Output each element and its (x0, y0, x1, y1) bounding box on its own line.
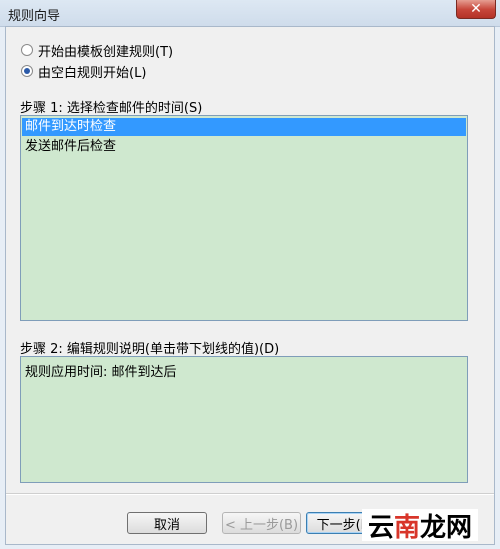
site-watermark-logo: 云南龙网 (362, 509, 479, 543)
separator (6, 493, 494, 495)
rules-wizard-dialog: 开始由模板创建规则(T) 由空白规则开始(L) 步骤 1: 选择检查邮件的时间(… (5, 26, 495, 545)
title-bar: 规则向导 ✕ (0, 0, 500, 27)
close-button[interactable]: ✕ (456, 0, 496, 19)
option-blank-label: 由空白规则开始(L) (38, 65, 147, 81)
back-button[interactable]: < 上一步(B) (222, 512, 301, 534)
step2-label: 步骤 2: 编辑规则说明(单击带下划线的值)(D) (20, 342, 280, 357)
step1-label: 步骤 1: 选择检查邮件的时间(S) (20, 101, 203, 116)
window-title: 规则向导 (8, 9, 61, 24)
radio-checked-icon[interactable] (21, 65, 33, 77)
list-item-on-arrival[interactable]: 邮件到达时检查 (22, 118, 466, 136)
close-icon: ✕ (470, 0, 482, 17)
radio-icon[interactable] (21, 44, 33, 56)
list-item-after-send[interactable]: 发送邮件后检查 (22, 138, 466, 156)
step2-description-box[interactable]: 规则应用时间: 邮件到达后 (20, 356, 468, 483)
cancel-button[interactable]: 取消 (127, 512, 207, 534)
step1-listbox[interactable]: 邮件到达时检查 发送邮件后检查 (20, 115, 468, 321)
option-blank[interactable]: 由空白规则开始(L) (21, 62, 147, 81)
option-template-label: 开始由模板创建规则(T) (38, 44, 174, 60)
rule-description: 规则应用时间: 邮件到达后 (25, 365, 177, 380)
option-template[interactable]: 开始由模板创建规则(T) (21, 41, 174, 60)
